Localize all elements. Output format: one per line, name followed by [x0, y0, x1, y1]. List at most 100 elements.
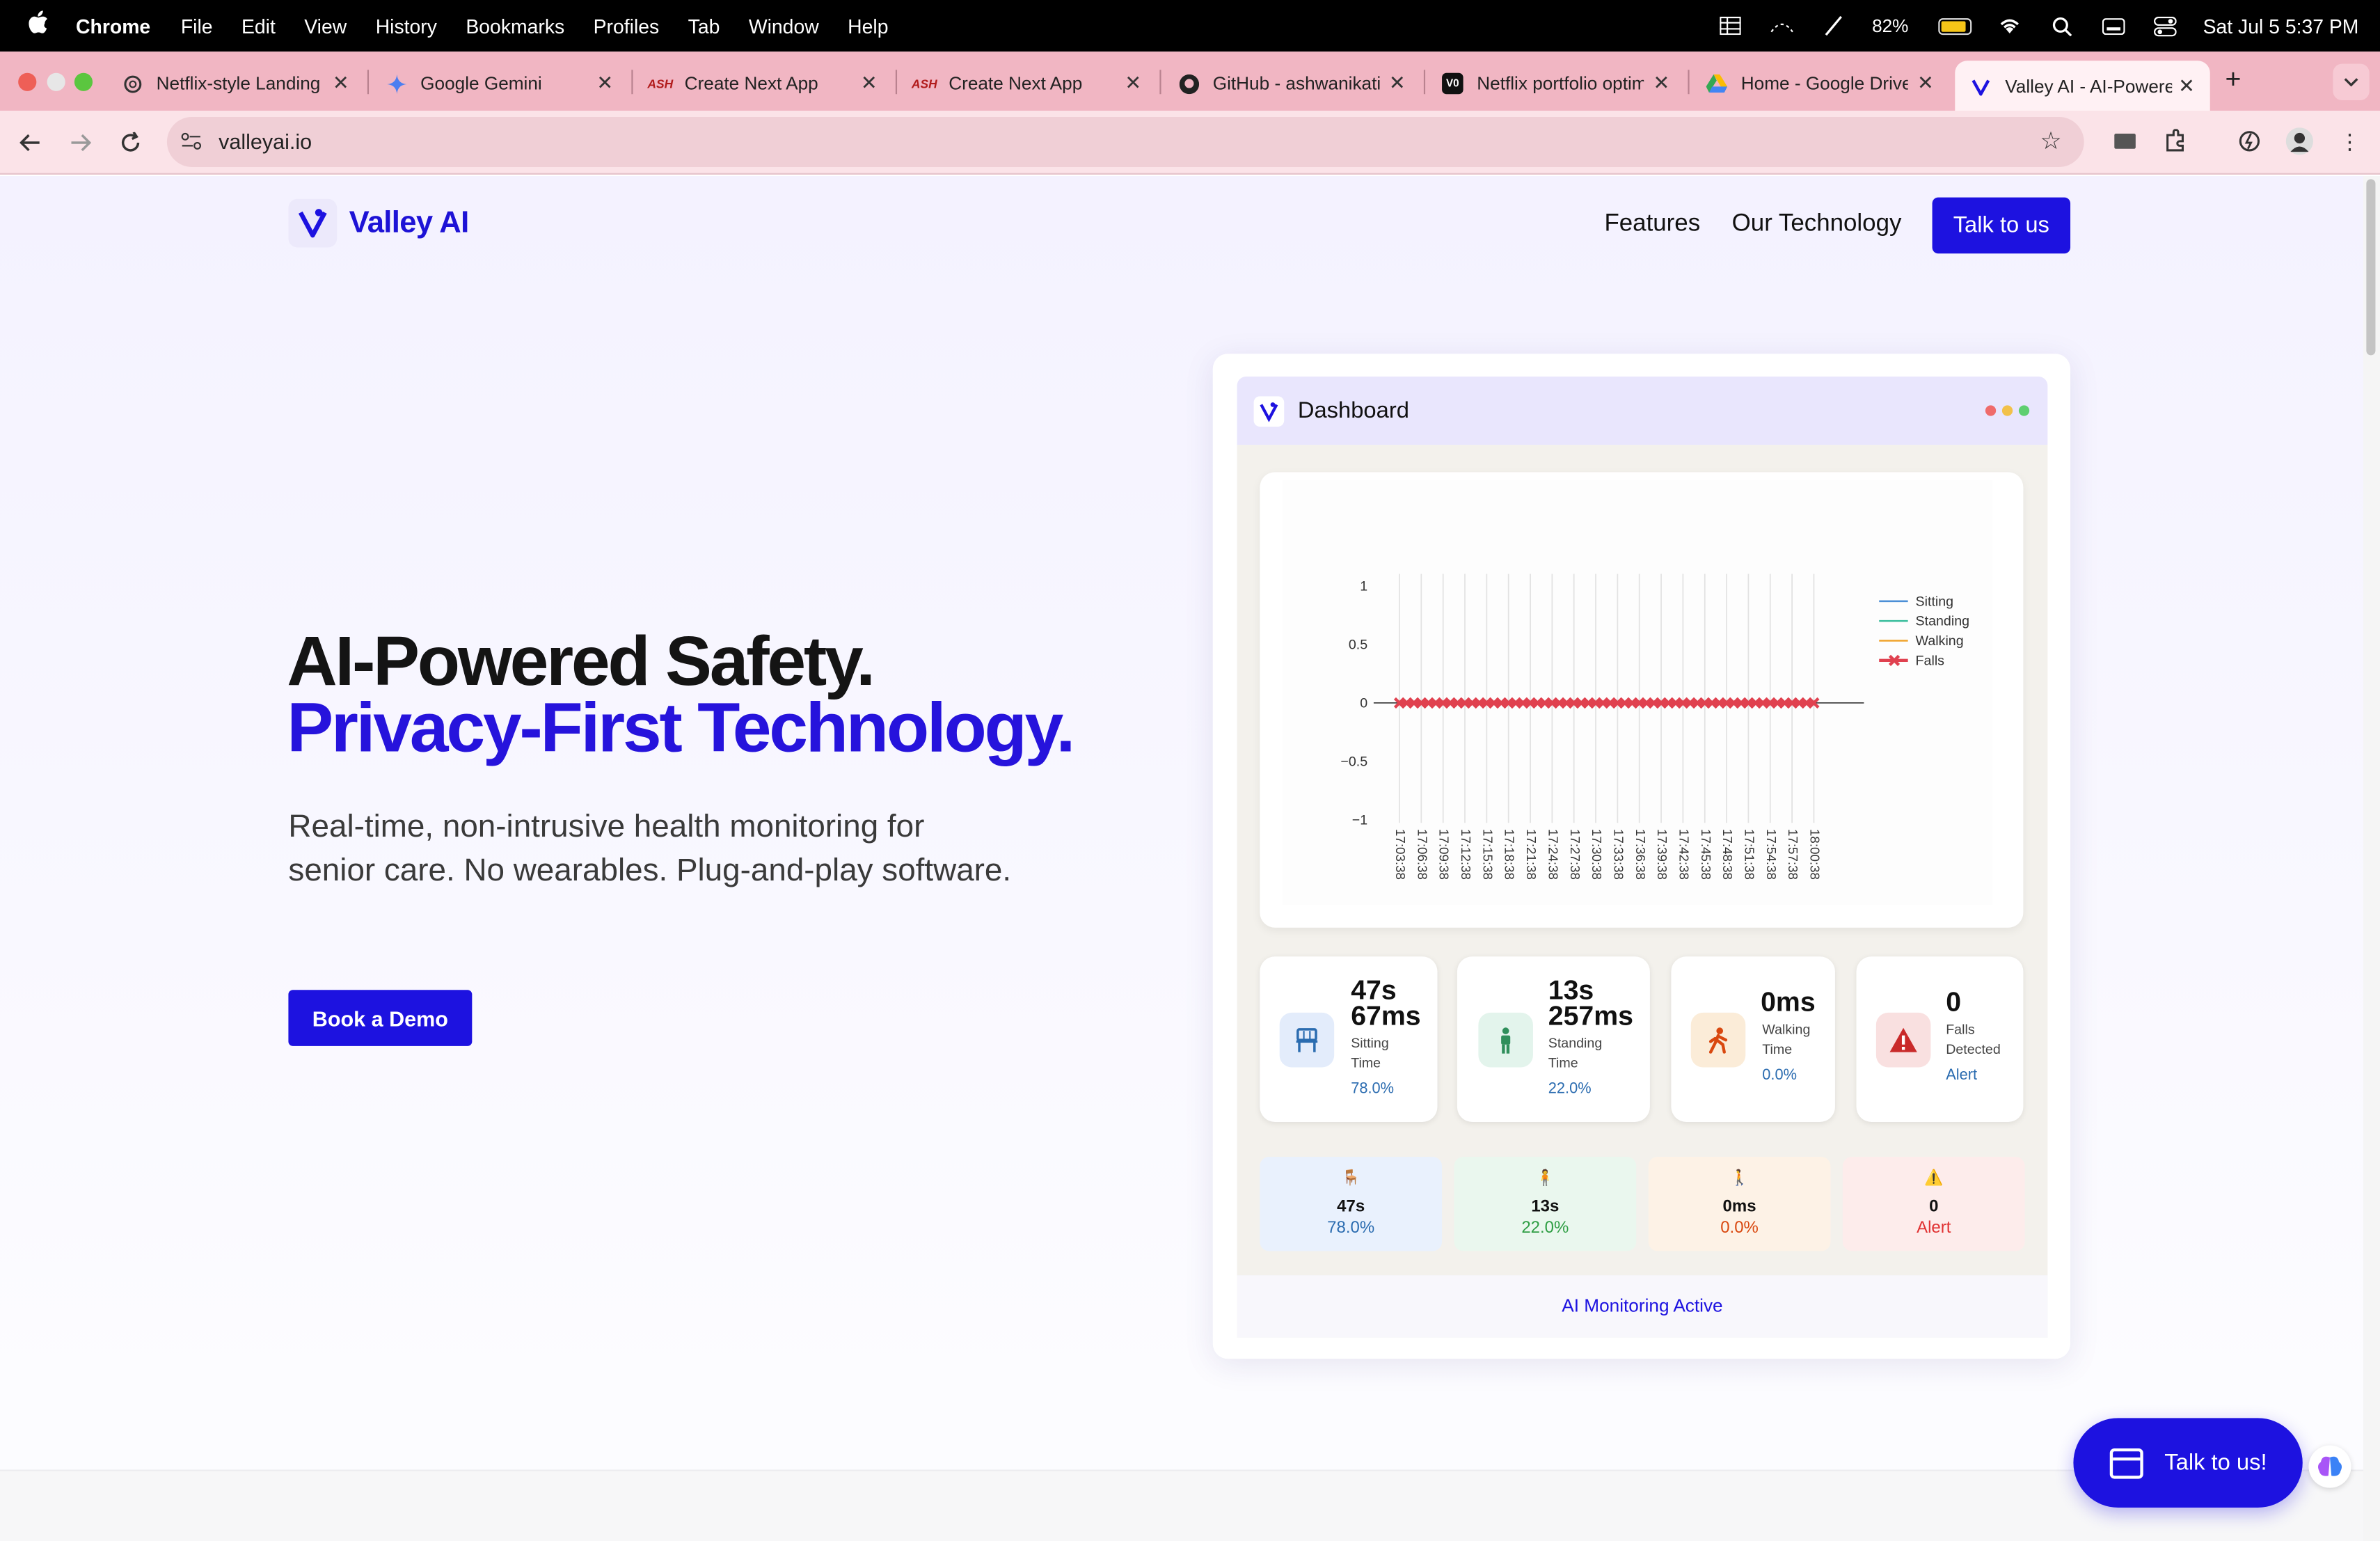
- brand-name[interactable]: Valley AI: [349, 207, 470, 242]
- stat-label: Walking: [1762, 1022, 1811, 1037]
- window-dot-yellow: [2001, 405, 2013, 416]
- tab-close-icon[interactable]: ✕: [1125, 72, 1141, 96]
- calendar-icon: [2109, 1447, 2143, 1478]
- tab-title: GitHub - ashwanikatiy: [1212, 72, 1380, 95]
- stat-label: Time: [1548, 1054, 1578, 1070]
- x-tick-label: 17:03:38: [1393, 829, 1408, 880]
- wifi-icon[interactable]: [1997, 14, 2024, 38]
- scrollbar-thumb[interactable]: [2366, 179, 2376, 356]
- x-tick-label: 17:33:38: [1611, 829, 1626, 880]
- tab-close-icon[interactable]: ✕: [1389, 72, 1406, 96]
- stat-value: 0ms: [1761, 986, 1816, 1018]
- pen-slash-icon[interactable]: [1820, 14, 1848, 38]
- battery-icon[interactable]: [1939, 17, 1973, 35]
- menu-tab[interactable]: Tab: [688, 15, 720, 38]
- tab-github[interactable]: GitHub - ashwanikatiy ✕: [1163, 61, 1421, 106]
- tab-search-chevron-icon[interactable]: [2333, 63, 2370, 100]
- window-close-button[interactable]: [18, 72, 37, 91]
- site-settings-icon[interactable]: [179, 129, 203, 153]
- y-tick-label: 0.5: [1349, 637, 1367, 652]
- stat-label: Falls: [1946, 1022, 1975, 1037]
- mini-percent: 0.0%: [1720, 1219, 1759, 1238]
- tab-google-gemini[interactable]: Google Gemini ✕: [370, 61, 628, 106]
- tab-valley-ai[interactable]: Valley AI - AI-Powered ✕: [1955, 61, 2210, 111]
- stat-percent: 22.0%: [1548, 1081, 1592, 1098]
- forward-arrow-icon[interactable]: [62, 125, 98, 161]
- stat-label: Sitting: [1351, 1035, 1389, 1051]
- url-text[interactable]: valleyai.io: [219, 129, 312, 153]
- nav-our-technology[interactable]: Our Technology: [1732, 211, 1902, 238]
- floating-talk-to-us-button[interactable]: Talk to us!: [2073, 1418, 2303, 1508]
- window-dot-green: [2018, 405, 2030, 416]
- activity-chart[interactable]: 1 0.5 0 −0.5 −1 17:03:38 17:06:38 17:09:38 17:12…: [1283, 480, 1993, 905]
- x-tick-label: 17:21:38: [1524, 829, 1539, 880]
- floating-cta-label: Talk to us!: [2164, 1450, 2267, 1476]
- tab-title: Create Next App: [949, 72, 1083, 95]
- keyboard-icon[interactable]: [2100, 14, 2127, 38]
- hero-headline-accent: Privacy-First Technology.: [287, 688, 1075, 767]
- menu-help[interactable]: Help: [848, 15, 888, 38]
- address-bar[interactable]: [166, 116, 2084, 167]
- legend-label: Walking: [1916, 633, 1964, 649]
- window-minimize-button[interactable]: [47, 72, 65, 91]
- menu-history[interactable]: History: [376, 15, 437, 38]
- window-zoom-button[interactable]: [74, 72, 93, 91]
- nav-features[interactable]: Features: [1604, 211, 1700, 238]
- legend-label: Standing: [1916, 614, 1969, 629]
- menu-window[interactable]: Window: [749, 15, 819, 38]
- stat-value: 47s: [1351, 974, 1397, 1006]
- menu-profiles[interactable]: Profiles: [594, 15, 660, 38]
- talk-to-us-button[interactable]: Talk to us: [1932, 197, 2071, 254]
- reload-icon[interactable]: [112, 125, 148, 161]
- menu-edit[interactable]: Edit: [241, 15, 276, 38]
- menu-clock[interactable]: Sat Jul 5 5:37 PM: [2203, 15, 2359, 38]
- spreadsheet-icon[interactable]: [1717, 14, 1745, 38]
- dashboard-title: Dashboard: [1297, 397, 1409, 424]
- x-tick-label: 17:18:38: [1502, 829, 1517, 880]
- apple-menu-icon[interactable]: [0, 10, 76, 41]
- tab-title: Create Next App: [684, 72, 818, 95]
- y-tick-label: 0: [1360, 695, 1367, 711]
- ash-icon: ASH: [911, 77, 937, 90]
- valley-logo-icon[interactable]: [288, 198, 338, 248]
- menu-view[interactable]: View: [304, 15, 347, 38]
- y-tick-label: −1: [1352, 812, 1367, 828]
- new-tab-icon[interactable]: +: [2226, 64, 2242, 96]
- valley-icon: [1970, 75, 1992, 97]
- tab-create-next-app-2[interactable]: ASH Create Next App ✕: [898, 61, 1157, 106]
- x-tick-label: 17:42:38: [1676, 829, 1691, 880]
- ai-assistant-brain-icon[interactable]: [2308, 1445, 2351, 1488]
- back-arrow-icon[interactable]: [12, 125, 48, 161]
- menu-app-chrome[interactable]: Chrome: [76, 15, 150, 38]
- extension-cast-icon[interactable]: [2110, 126, 2141, 157]
- menu-bookmarks[interactable]: Bookmarks: [466, 15, 564, 38]
- tab-close-icon[interactable]: ✕: [333, 72, 349, 96]
- control-center-icon[interactable]: [2151, 14, 2178, 38]
- tab-netflix-portfolio[interactable]: V0 Netflix portfolio optim ✕: [1427, 61, 1685, 106]
- menu-file[interactable]: File: [181, 15, 213, 38]
- walking-person-icon: [1690, 1012, 1746, 1068]
- chair-icon: [1279, 1012, 1335, 1068]
- book-demo-button[interactable]: Book a Demo: [288, 990, 473, 1046]
- spotlight-search-icon[interactable]: [2048, 14, 2075, 38]
- profile-avatar[interactable]: [2285, 126, 2315, 157]
- bookmark-star-icon[interactable]: ☆: [2040, 126, 2061, 157]
- tab-close-icon[interactable]: ✕: [596, 72, 613, 96]
- warning-icon: ⚠️: [1924, 1170, 1944, 1187]
- tab-netflix-landing[interactable]: Netflix-style Landing ✕: [106, 61, 365, 106]
- stat-percent: 0.0%: [1762, 1067, 1798, 1084]
- page-scrollbar[interactable]: [2363, 176, 2380, 1541]
- performance-icon[interactable]: [2235, 126, 2265, 157]
- weather-icon[interactable]: [1769, 14, 1796, 38]
- tab-google-drive[interactable]: Home - Google Drive ✕: [1691, 61, 1949, 106]
- ash-icon: ASH: [647, 77, 674, 90]
- tab-close-icon[interactable]: ✕: [861, 72, 878, 96]
- tab-close-icon[interactable]: ✕: [1917, 72, 1934, 96]
- more-menu-icon[interactable]: ⋮: [2335, 126, 2365, 157]
- stat-label: Standing: [1548, 1035, 1603, 1051]
- walking-person-icon: 🚶: [1729, 1170, 1750, 1187]
- extensions-puzzle-icon[interactable]: [2160, 126, 2191, 157]
- tab-close-icon[interactable]: ✕: [1653, 72, 1669, 96]
- tab-close-icon[interactable]: ✕: [2178, 74, 2195, 98]
- tab-create-next-app-1[interactable]: ASH Create Next App ✕: [635, 61, 893, 106]
